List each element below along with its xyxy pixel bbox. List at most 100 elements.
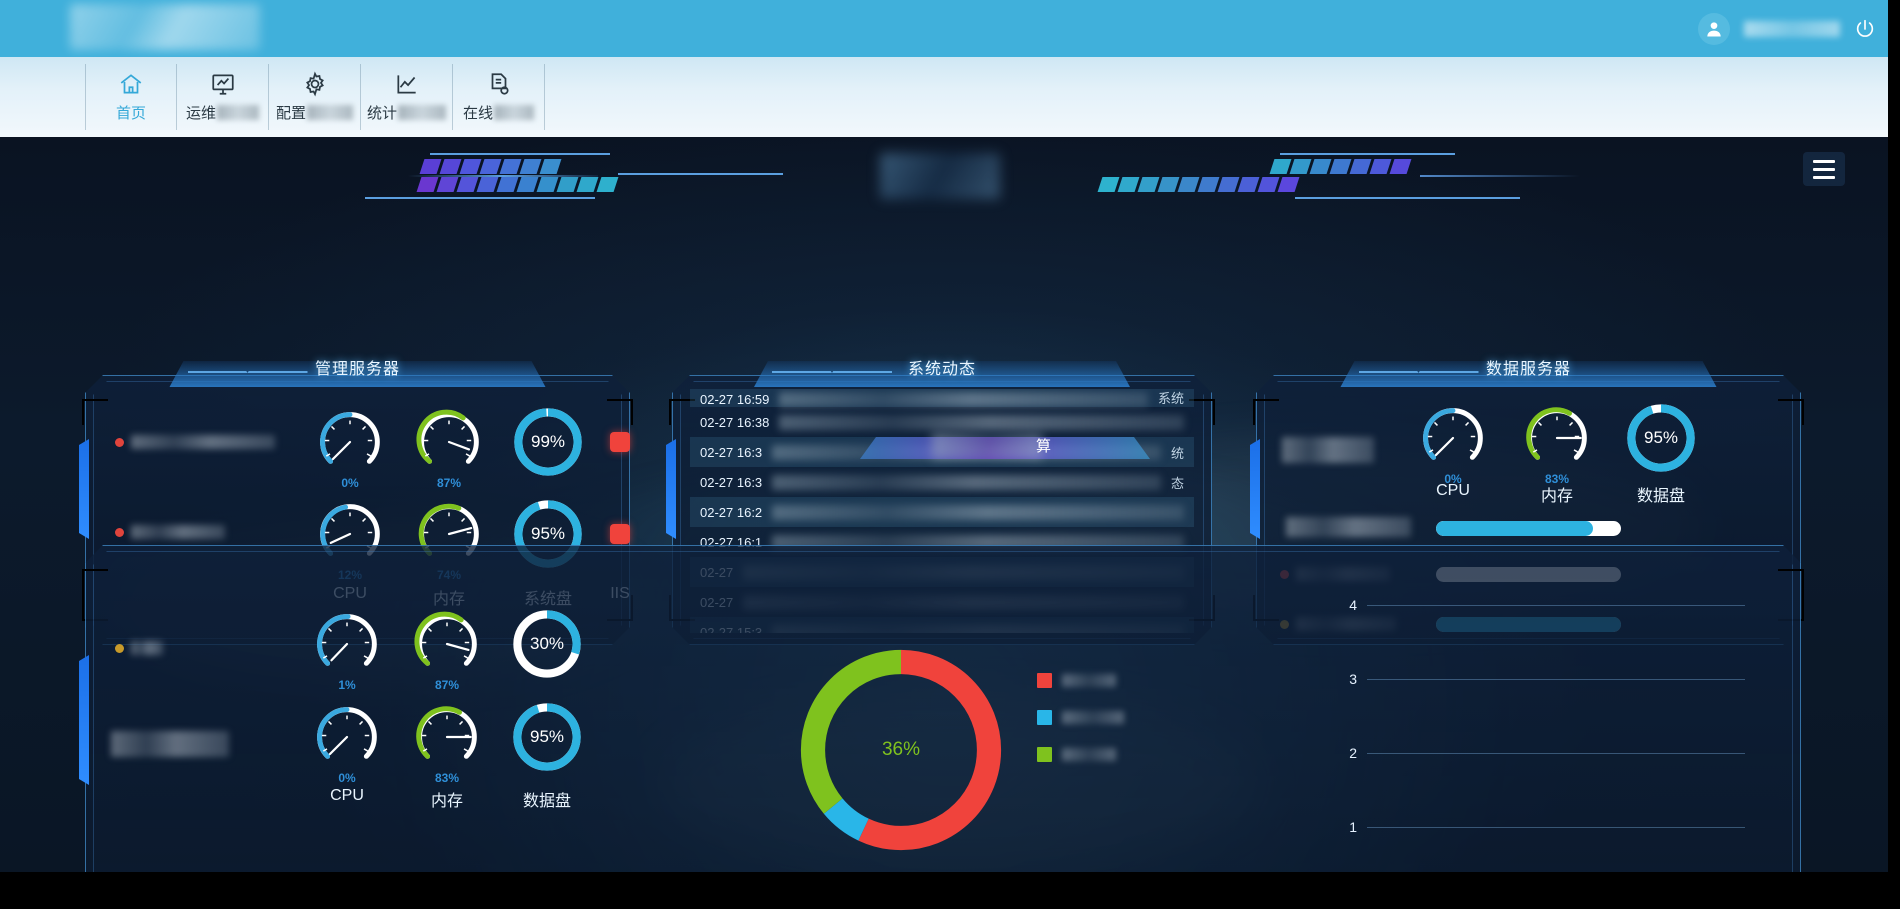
gauge-arc [317, 614, 377, 666]
y-axis-tick: 4 [1349, 597, 1357, 613]
chart-line-icon [394, 71, 420, 97]
menu-label-statistics: 统计 [367, 102, 446, 123]
legend-swatch [1037, 747, 1052, 762]
metrics-row-b2: 0% 83% 95% [310, 700, 584, 785]
hamburger-line [1813, 175, 1835, 179]
log-row[interactable]: 02-27 16:3 态 [690, 467, 1194, 497]
top-bar [0, 0, 1900, 57]
legend-item[interactable] [1037, 673, 1124, 688]
panel-side-accent [79, 655, 89, 785]
power-icon [1856, 19, 1874, 37]
grid-line: 4 [1349, 597, 1745, 613]
menu-label-online: 在线 [463, 102, 534, 123]
log-row[interactable]: 02-27 16:2 [690, 497, 1194, 527]
ring-disk-data: 95% [1624, 401, 1698, 475]
status-dot [115, 437, 124, 447]
panel-side-accent [1250, 439, 1260, 539]
bar-chart: 4 3 2 1 0 超长 完 [1311, 595, 1755, 872]
usage-bar-1 [1436, 521, 1621, 536]
status-dot [115, 527, 124, 537]
panel-bottom-wide: 1% 87% 30% 0% 83% 95% CPU 内存 数据盘 36% 4 3… [85, 545, 1804, 872]
log-tail: 系统 [1157, 391, 1184, 406]
iis-status-indicator [610, 432, 630, 452]
banner-tick [1280, 153, 1455, 155]
metrics-row-data: 0% 83% 95% [1416, 401, 1698, 486]
log-message [772, 504, 1184, 520]
legend-item[interactable] [1037, 747, 1124, 762]
server-name-row[interactable] [111, 731, 229, 757]
bar-label-row[interactable] [1286, 517, 1411, 537]
gauge-cpu-b2: 0% [310, 700, 384, 785]
gauge-arc [320, 412, 380, 464]
banner-title [880, 153, 1000, 199]
menu-item-ops[interactable]: 运维 [177, 64, 269, 130]
usage-bar-fill [1436, 521, 1594, 536]
mid-divider: 算 [860, 433, 1150, 459]
log-time: 02-27 16:38 [700, 414, 770, 430]
legend-item[interactable] [1037, 710, 1124, 725]
panel-side-accent [666, 439, 676, 539]
app-logo [70, 4, 260, 50]
panel-side-accent [79, 439, 89, 539]
log-message [779, 414, 1184, 430]
document-icon [486, 71, 512, 97]
ring-value: 30% [529, 634, 565, 653]
metric-label-disk: 数据盘 [522, 793, 571, 810]
menu-item-config[interactable]: 配置 [269, 64, 361, 130]
gauge-memory-b2: 83% [410, 700, 484, 785]
mid-divider-text: 算 [1036, 438, 1052, 455]
metrics-row-1: 0% 87% 99% [313, 405, 630, 490]
donut-chart: 36% [791, 640, 1011, 860]
avatar[interactable] [1698, 12, 1730, 45]
gauge-arc [416, 409, 479, 464]
gauge-arc [414, 611, 477, 666]
server-name-row[interactable] [115, 641, 163, 655]
power-button[interactable] [1854, 18, 1876, 40]
banner-tick [618, 173, 783, 175]
monitor-icon [210, 71, 236, 97]
ring-disk-b2: 95% [510, 700, 584, 774]
menu-item-online[interactable]: 在线 [453, 64, 545, 130]
legend-label [1062, 711, 1124, 724]
panel-title-system-log: 系统动态 [907, 361, 977, 378]
menu-label-ops: 运维 [186, 102, 259, 123]
log-message [779, 392, 1148, 407]
gauge-value: 87% [434, 678, 460, 692]
banner-blocks-right-2 [1269, 159, 1415, 174]
menu-item-statistics[interactable]: 统计 [361, 64, 453, 130]
metrics-row-b1: 1% 87% 30% [310, 607, 584, 692]
gauge-arc [1423, 408, 1483, 460]
server-name-row[interactable] [115, 525, 225, 539]
banner-tick [430, 153, 610, 155]
panel-title-data-server: 数据服务器 [1485, 361, 1572, 378]
iis-status-indicator [610, 524, 630, 544]
bar-label [1286, 517, 1411, 537]
log-time: 02-27 16:2 [700, 504, 763, 520]
gauge-memory-data: 83% [1520, 401, 1594, 486]
gauge-value: 0% [341, 476, 359, 490]
ring-disk-1: 99% [511, 405, 585, 479]
server-name-row[interactable] [1282, 437, 1374, 463]
bar-chart-plot: 4 3 2 1 0 超长 完 [1349, 597, 1745, 872]
log-tail: 态 [1170, 475, 1184, 491]
menu-item-home[interactable]: 首页 [85, 64, 177, 130]
donut-legend [1037, 673, 1124, 762]
ring-value: 95% [529, 727, 565, 746]
log-time: 02-27 16:59 [700, 392, 770, 407]
menu-label-home: 首页 [115, 105, 146, 122]
donut-center-label: 36% [881, 739, 921, 760]
server-name-label [1282, 437, 1374, 463]
log-message [772, 474, 1161, 490]
metric-label-memory: 内存 [1540, 488, 1573, 505]
log-tail: 统 [1170, 445, 1184, 461]
server-name-label [131, 525, 225, 539]
hamburger-menu-button[interactable] [1803, 152, 1845, 186]
server-name-row[interactable] [115, 435, 275, 449]
gauge-arc [416, 706, 477, 759]
iis-status-1-wrap [610, 405, 630, 479]
gauge-value: 83% [434, 771, 460, 785]
user-icon [1707, 21, 1721, 36]
y-axis-tick: 3 [1349, 671, 1357, 687]
banner-tick [1295, 197, 1520, 199]
log-row[interactable]: 02-27 16:59 系统 [690, 389, 1194, 407]
